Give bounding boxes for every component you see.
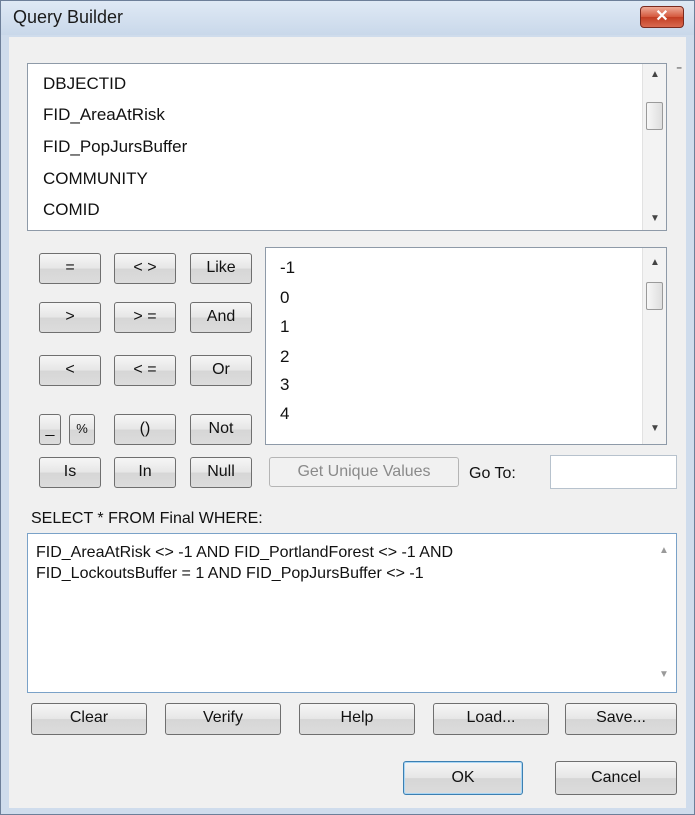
field-item[interactable]: FID_AreaAtRisk [43,105,165,125]
field-item[interactable]: COMID [43,200,100,220]
dialog-body: DBJECTID FID_AreaAtRisk FID_PopJursBuffe… [9,37,686,808]
greater-equal-button[interactable]: > = [114,302,176,333]
values-scrollbar[interactable]: ▲ ▼ [642,248,666,444]
verify-button[interactable]: Verify [165,703,281,735]
less-button[interactable]: < [39,355,101,386]
is-button[interactable]: Is [39,457,101,488]
help-button[interactable]: Help [299,703,415,735]
in-button[interactable]: In [114,457,176,488]
close-icon: ✕ [655,8,669,25]
sql-expression-text[interactable]: FID_AreaAtRisk <> -1 AND FID_PortlandFor… [36,542,646,584]
scroll-down-icon[interactable]: ▼ [652,666,676,684]
sql-prefix-label: SELECT * FROM Final WHERE: [31,510,263,527]
title-bar[interactable]: Query Builder ✕ [1,1,694,35]
get-unique-values-button[interactable]: Get Unique Values [269,457,459,487]
query-builder-window: Query Builder ✕ DBJECTID FID_AreaAtRisk … [0,0,695,815]
sql-expression-box[interactable]: FID_AreaAtRisk <> -1 AND FID_PortlandFor… [27,533,677,693]
greater-button[interactable]: > [39,302,101,333]
sql-scrollbar[interactable]: ▲ ▼ [652,534,676,692]
fields-list[interactable]: DBJECTID FID_AreaAtRisk FID_PopJursBuffe… [27,63,667,231]
values-list[interactable]: -1 0 1 2 3 4 ▲ ▼ [265,247,667,445]
value-item[interactable]: 1 [280,317,289,337]
less-equal-button[interactable]: < = [114,355,176,386]
window-title: Query Builder [13,7,124,27]
field-item[interactable]: COMMUNITY [43,169,148,189]
scroll-down-icon[interactable]: ▼ [643,210,667,228]
scroll-up-icon[interactable]: ▲ [643,66,667,84]
scroll-down-icon[interactable]: ▼ [643,420,667,438]
parentheses-button[interactable]: () [114,414,176,445]
value-item[interactable]: 3 [280,375,289,395]
equals-button[interactable]: = [39,253,101,284]
and-button[interactable]: And [190,302,252,333]
field-item[interactable]: DBJECTID [43,74,126,94]
scroll-thumb[interactable] [646,102,663,130]
underscore-button[interactable]: _ [39,414,61,445]
goto-label: Go To: [469,465,516,482]
null-button[interactable]: Null [190,457,252,488]
fields-scrollbar[interactable]: ▲ ▼ [642,64,666,230]
value-item[interactable]: 0 [280,288,289,308]
cancel-button[interactable]: Cancel [555,761,677,795]
load-button[interactable]: Load... [433,703,549,735]
field-item[interactable]: FID_PopJursBuffer [43,137,187,157]
scroll-thumb[interactable] [646,282,663,310]
value-item[interactable]: -1 [280,258,295,278]
percent-button[interactable]: % [69,414,95,445]
goto-input[interactable] [550,455,677,489]
clear-button[interactable]: Clear [31,703,147,735]
not-button[interactable]: Not [190,414,252,445]
save-button[interactable]: Save... [565,703,677,735]
or-button[interactable]: Or [190,355,252,386]
scroll-up-icon[interactable]: ▲ [652,542,676,560]
like-button[interactable]: Like [190,253,252,284]
not-equal-button[interactable]: < > [114,253,176,284]
scroll-up-icon[interactable]: ▲ [643,254,667,272]
resize-grip-icon: ⁼ [676,63,683,77]
ok-button[interactable]: OK [403,761,523,795]
value-item[interactable]: 4 [280,404,289,424]
close-button[interactable]: ✕ [640,6,684,28]
value-item[interactable]: 2 [280,347,289,367]
